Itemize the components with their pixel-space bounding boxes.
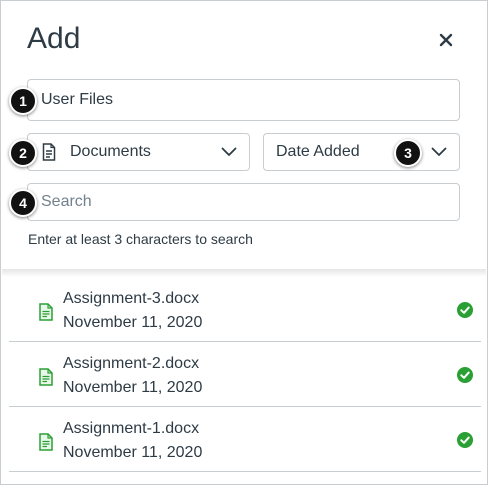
- file-date: November 11, 2020: [63, 314, 203, 331]
- tray-title: Add: [27, 22, 81, 55]
- chevron-down-icon: [431, 147, 447, 157]
- search-hint: Enter at least 3 characters to search: [28, 231, 253, 247]
- callout-badge: 2: [9, 139, 37, 167]
- add-tray: Add User Files Documents Date Added Sear…: [0, 0, 488, 485]
- file-list: Assignment-3.docx November 11, 2020 Assi…: [9, 277, 481, 472]
- content-source-value: User Files: [41, 91, 114, 108]
- document-icon: [42, 143, 58, 161]
- divider: [2, 269, 486, 277]
- file-name: Assignment-1.docx: [63, 420, 200, 437]
- callout-badge: 4: [9, 189, 37, 217]
- file-doc-icon: [39, 368, 53, 386]
- list-item[interactable]: Assignment-3.docx November 11, 2020: [9, 277, 481, 342]
- list-item[interactable]: Assignment-2.docx November 11, 2020: [9, 342, 481, 407]
- file-date: November 11, 2020: [63, 379, 203, 396]
- close-button[interactable]: [431, 25, 461, 55]
- close-icon: [439, 33, 453, 47]
- file-doc-icon: [39, 433, 53, 451]
- content-source-select[interactable]: User Files: [27, 79, 460, 121]
- callout-badge: 3: [394, 139, 422, 167]
- content-type-value: Documents: [70, 143, 151, 160]
- chevron-down-icon: [221, 147, 237, 157]
- file-name: Assignment-2.docx: [63, 355, 200, 372]
- file-date: November 11, 2020: [63, 444, 203, 461]
- content-type-select[interactable]: Documents: [27, 133, 250, 171]
- sort-value: Date Added: [276, 143, 360, 160]
- check-circle-icon: [457, 367, 473, 383]
- callout-badge: 1: [9, 87, 37, 115]
- search-placeholder: Search: [41, 193, 92, 210]
- check-circle-icon: [457, 432, 473, 448]
- list-item[interactable]: Assignment-1.docx November 11, 2020: [9, 407, 481, 472]
- file-doc-icon: [39, 303, 53, 321]
- search-input[interactable]: Search: [27, 183, 460, 221]
- check-circle-icon: [457, 302, 473, 318]
- file-name: Assignment-3.docx: [63, 290, 200, 307]
- sort-select[interactable]: Date Added: [263, 133, 460, 171]
